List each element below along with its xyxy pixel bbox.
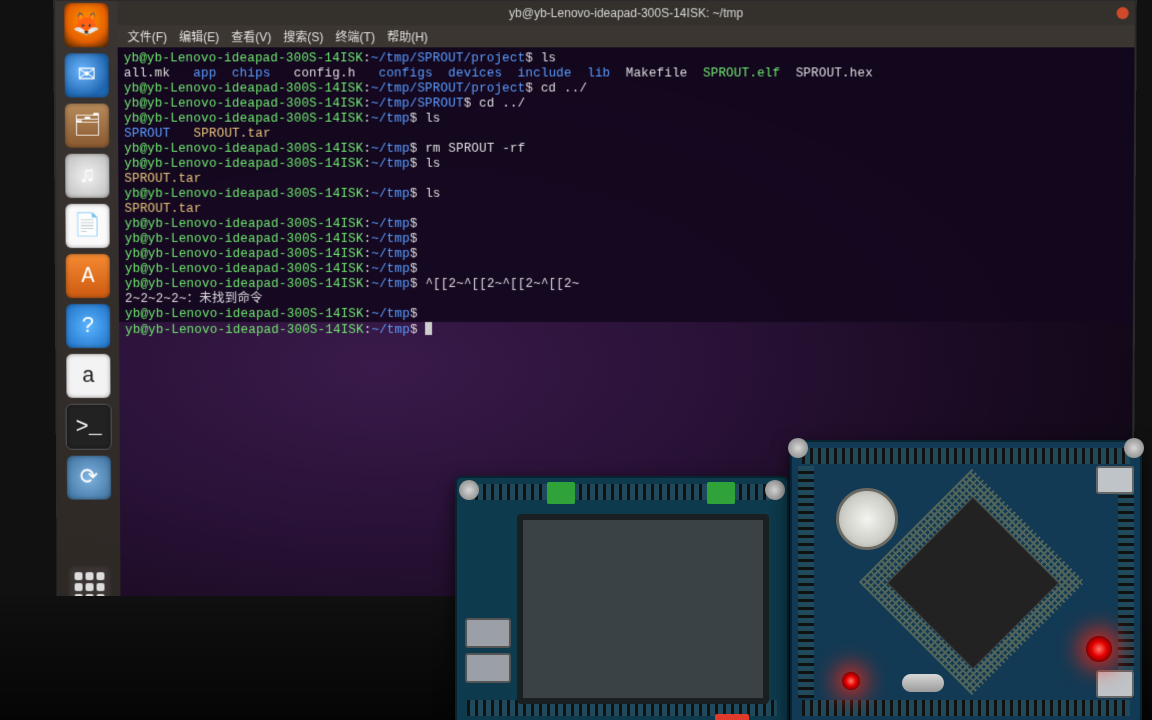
dock-firefox[interactable]: 🦊 [64, 3, 108, 47]
dock-updater[interactable]: ⟳ [67, 456, 111, 500]
rhythmbox-icon: ♫ [81, 163, 94, 188]
menu-terminal[interactable]: 终端(T) [336, 28, 375, 45]
cursor [425, 322, 432, 335]
crystal-oscillator [902, 674, 944, 692]
dock-amazon[interactable]: a [66, 354, 110, 398]
launcher-dock: 🦊 ✉ 🗂 ♫ 📄 A ? a >_ ⟳ [55, 1, 120, 609]
terminal-titlebar[interactable]: yb@yb-Lenovo-ideapad-300S-14ISK: ~/tmp [117, 1, 1134, 25]
thunderbird-icon: ✉ [77, 62, 96, 88]
dock-software[interactable]: A [66, 254, 110, 298]
menu-file[interactable]: 文件(F) [128, 28, 168, 45]
dock-rhythmbox[interactable]: ♫ [65, 154, 109, 198]
menu-edit[interactable]: 编辑(E) [179, 28, 219, 45]
software-icon: A [81, 263, 94, 288]
amazon-icon: a [82, 363, 95, 388]
dock-files[interactable]: 🗂 [65, 104, 109, 148]
terminal-icon: >_ [75, 414, 102, 439]
status-led [842, 672, 860, 690]
terminal-window[interactable]: yb@yb-Lenovo-ideapad-300S-14ISK: ~/tmp 文… [117, 1, 1134, 322]
hdmi-connector-2 [465, 653, 511, 683]
menu-view[interactable]: 查看(V) [231, 28, 271, 45]
lcd-screen [517, 514, 769, 704]
dock-terminal[interactable]: >_ [66, 404, 112, 450]
help-icon: ? [81, 313, 94, 338]
usb-connector [1096, 466, 1134, 494]
menu-help[interactable]: 帮助(H) [387, 28, 428, 45]
mcu-chip [887, 497, 1060, 670]
dock-thunderbird[interactable]: ✉ [65, 53, 109, 97]
stm32-dev-board [790, 440, 1142, 720]
hdmi-connector [465, 618, 511, 648]
power-led [1086, 636, 1112, 662]
updater-icon: ⟳ [80, 465, 99, 491]
files-icon: 🗂 [73, 113, 101, 139]
terminal-menubar: 文件(F) 编辑(E) 查看(V) 搜索(S) 终端(T) 帮助(H) [118, 25, 1135, 47]
dock-writer[interactable]: 📄 [65, 204, 109, 248]
terminal-output[interactable]: yb@yb-Lenovo-ideapad-300S-14ISK:~/tmp/SP… [118, 47, 1135, 342]
usb-connector-2 [1096, 670, 1134, 698]
dock-help[interactable]: ? [66, 304, 110, 348]
writer-icon: 📄 [74, 213, 102, 239]
firefox-icon: 🦊 [73, 12, 101, 38]
menu-search[interactable]: 搜索(S) [283, 28, 323, 45]
coin-cell-battery [836, 488, 898, 550]
close-icon[interactable] [1117, 7, 1129, 19]
lcd-dev-board [455, 476, 789, 720]
photo-scene: 星期三 21:0 zh ⎋ 🔊 ⏻ 🦊 ✉ 🗂 ♫ 📄 A ? a >_ ⟳ [0, 0, 1152, 720]
terminal-title-text: yb@yb-Lenovo-ideapad-300S-14ISK: ~/tmp [509, 6, 743, 20]
